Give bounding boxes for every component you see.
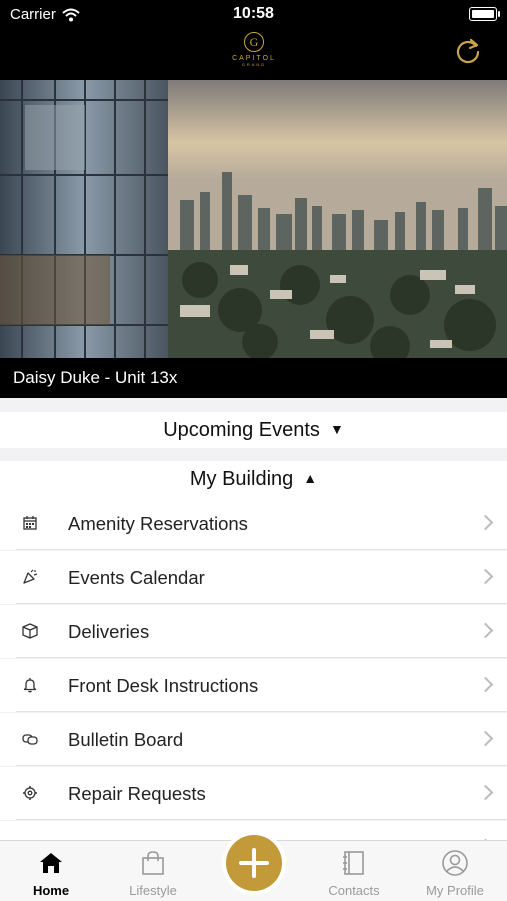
profile-icon [442,850,468,876]
upcoming-events-label: Upcoming Events [163,419,320,441]
add-button[interactable] [226,835,282,891]
contacts-book-icon [343,851,364,875]
chevron-right-icon [477,784,494,801]
menu-item-label: Amenity Reservations [68,513,248,534]
chevron-right-icon [477,730,494,747]
menu-item-events-calendar[interactable]: Events Calendar [0,551,507,604]
battery-icon [469,7,500,21]
resident-unit-caption: Daisy Duke - Unit 13x [0,358,507,398]
divider [16,657,507,658]
status-time: 10:58 [233,5,274,22]
divider [16,765,507,766]
chevron-right-icon [477,622,494,639]
divider [16,819,507,820]
logo-monogram: G [244,32,264,52]
chevron-right-icon [477,676,494,693]
wrench-icon [23,786,37,800]
menu-item-label: Bulletin Board [68,729,184,750]
shopping-bag-icon [142,851,164,875]
my-building-label: My Building [189,468,294,490]
upcoming-events-toggle[interactable]: Upcoming Events ▼ [0,412,507,448]
bell-icon [23,678,37,693]
menu-item-amenity-reservations[interactable]: Amenity Reservations [0,497,507,550]
menu-item-label: Front Desk Instructions [68,675,259,696]
tab-label: My Profile [426,883,484,898]
menu-item-front-desk-instructions[interactable]: Front Desk Instructions [0,659,507,712]
logo-name: CAPITOL [232,55,276,62]
divider [16,549,507,550]
tab-label: Contacts [328,883,380,898]
package-icon [22,623,38,639]
capitol-logo: G CAPITOL GRAND [230,32,278,70]
menu-item-repair-requests[interactable]: Repair Requests [0,767,507,820]
tab-lifestyle[interactable]: Lifestyle [108,849,198,898]
menu-item-label: Deliveries [68,621,150,642]
tab-label: Lifestyle [129,883,177,898]
party-popper-icon [23,569,38,584]
tab-my-profile[interactable]: My Profile [410,849,500,898]
menu-item-label: Repair Requests [68,783,206,804]
building-hero-image [0,80,507,358]
expand-arrow-icon: ▲ [303,470,318,486]
menu-item-deliveries[interactable]: Deliveries [0,605,507,658]
top-bar: Carrier 10:58 G CAPITOL GRAND [0,0,507,80]
divider [16,603,507,604]
tab-contacts[interactable]: Contacts [309,849,399,898]
calendar-icon [23,516,37,530]
menu-item-bulletin-board[interactable]: Bulletin Board [0,713,507,766]
chevron-right-icon [477,514,494,531]
tab-label: Home [32,883,70,898]
home-icon [40,853,62,873]
menu-item-label: Events Calendar [68,567,205,588]
tab-home[interactable]: Home [6,849,96,898]
my-building-toggle[interactable]: My Building ▲ [0,461,507,497]
chevron-right-icon [477,568,494,585]
divider [16,711,507,712]
chat-icon [22,734,38,745]
refresh-icon[interactable] [454,36,482,64]
logo-subtext: GRAND [241,62,267,67]
status-bar: Carrier 10:58 [0,0,507,30]
collapse-arrow-icon: ▼ [329,421,344,437]
